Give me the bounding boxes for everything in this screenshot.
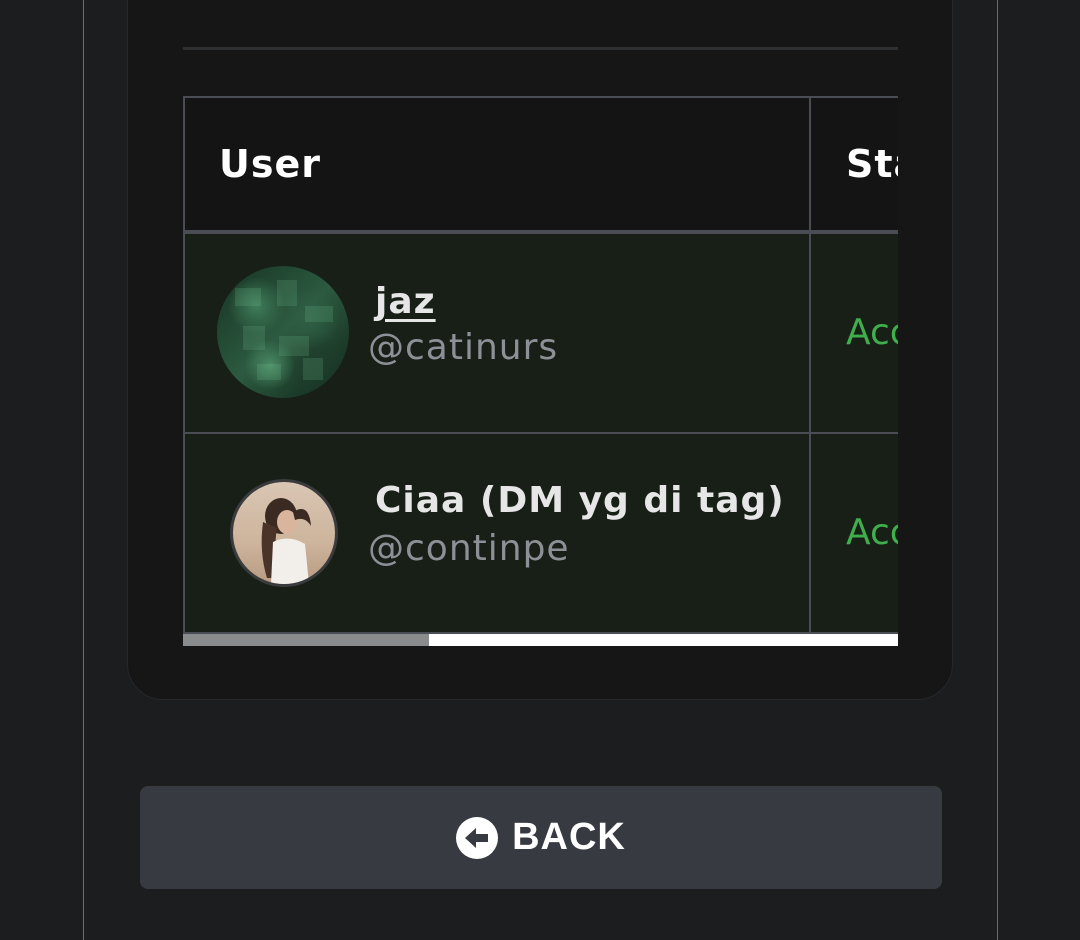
avatar[interactable] — [217, 266, 349, 398]
column-header-user: User — [219, 142, 321, 186]
back-button[interactable]: BACK — [140, 786, 942, 889]
woman-portrait-icon — [261, 498, 311, 584]
user-handle: @catinurs — [368, 327, 559, 368]
users-table: User Status jaz — [183, 96, 898, 634]
user-display-name-link[interactable]: jaz — [375, 281, 436, 322]
table-scroll-container[interactable]: User Status jaz — [183, 96, 898, 646]
scrollbar-thumb[interactable] — [183, 634, 429, 646]
avatar[interactable] — [230, 479, 338, 587]
status-cell: Accepted — [811, 434, 898, 632]
container-border-left — [83, 0, 84, 940]
user-display-name: Ciaa (DM yg di tag) — [375, 480, 785, 521]
status-text: Accepted — [846, 512, 898, 553]
user-cell: jaz @catinurs — [185, 234, 811, 432]
page: User Status jaz — [0, 0, 1080, 940]
table-header-row: User Status — [183, 96, 898, 234]
column-header-status: Status — [846, 142, 898, 186]
arrow-left-circle-icon — [456, 816, 499, 859]
section-divider — [183, 47, 898, 50]
header-cell-status: Status — [811, 98, 898, 230]
back-button-label: BACK — [512, 816, 626, 858]
user-cell: Ciaa (DM yg di tag) @continpe — [185, 434, 811, 632]
status-cell: Accepted — [811, 234, 898, 432]
status-text: Accepted — [846, 312, 898, 353]
container-border-right — [997, 0, 998, 940]
user-handle: @continpe — [368, 528, 570, 569]
table-row: Ciaa (DM yg di tag) @continpe Accepted — [183, 434, 898, 634]
header-cell-user: User — [185, 98, 811, 230]
table-row: jaz @catinurs Accepted — [183, 234, 898, 434]
horizontal-scrollbar[interactable] — [183, 634, 898, 646]
